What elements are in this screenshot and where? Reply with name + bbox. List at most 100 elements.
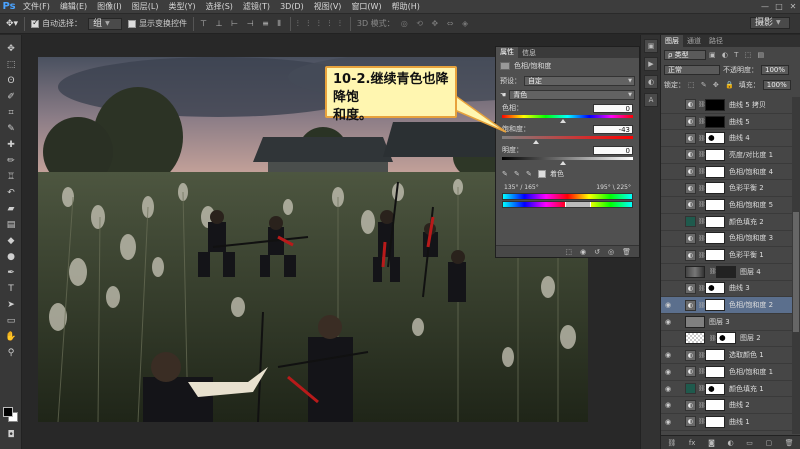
hue-slider-thumb[interactable] xyxy=(559,119,566,123)
maximize-button[interactable]: □ xyxy=(772,0,786,14)
menu-item[interactable]: 文件(F) xyxy=(18,0,55,14)
adjustments-panel-icon[interactable]: ◐ xyxy=(644,75,658,89)
distribute-icons[interactable]: ⫶ ⫶ ⫶ ⫶ ⫶ xyxy=(297,19,344,29)
mask-link-icon[interactable]: ⛓ xyxy=(698,285,706,292)
mask-link-icon[interactable]: ⛓ xyxy=(698,252,706,259)
trash-icon[interactable]: 🗑 xyxy=(785,439,794,447)
tab-layers[interactable]: 图层 xyxy=(661,35,683,47)
mask-link-icon[interactable]: ⛓ xyxy=(698,418,706,425)
layer-row[interactable]: ◐ ⛓ 曲线 3 xyxy=(661,281,792,298)
menu-item[interactable]: 3D(D) xyxy=(275,0,309,14)
mask-link-icon[interactable]: ⛓ xyxy=(698,352,706,359)
layer-filter-dropdown[interactable]: ρ 类型 xyxy=(664,49,706,60)
layer-row[interactable]: ◉ ⛓ 颜色填充 1 xyxy=(661,381,792,398)
mask-link-icon[interactable]: ⛓ xyxy=(698,118,706,125)
mask-link-icon[interactable]: ⛓ xyxy=(698,201,706,208)
fill-input[interactable]: 100% xyxy=(762,79,791,90)
lasso-tool-icon[interactable]: ʘ xyxy=(0,73,22,89)
eyedropper-icon[interactable]: ✎ xyxy=(502,170,510,178)
layer-mask-thumbnail[interactable] xyxy=(716,332,736,345)
foreground-color-swatch[interactable] xyxy=(3,407,13,417)
tab-channels[interactable]: 通道 xyxy=(683,35,705,47)
layer-mask-thumbnail[interactable] xyxy=(705,365,725,378)
menu-item[interactable]: 类型(Y) xyxy=(163,0,200,14)
auto-select-option[interactable]: 自动选择： xyxy=(31,18,82,29)
layer-row[interactable]: ◐ ⛓ 色相/饱和度 5 xyxy=(661,197,792,214)
mask-link-icon[interactable]: ⛓ xyxy=(698,302,706,309)
menu-item[interactable]: 帮助(H) xyxy=(387,0,425,14)
layer-mask-thumbnail[interactable] xyxy=(705,299,725,312)
eye-icon[interactable]: ◉ xyxy=(661,385,675,393)
auto-select-dropdown[interactable]: 组 ▼ xyxy=(88,17,123,30)
layer-mask-thumbnail[interactable] xyxy=(705,215,725,228)
type-tool-icon[interactable]: T xyxy=(0,281,22,297)
lightness-slider-thumb[interactable] xyxy=(559,161,566,165)
layer-mask-thumbnail[interactable] xyxy=(705,382,725,395)
layer-mask-thumbnail[interactable] xyxy=(705,249,725,262)
new-adjustment-icon[interactable]: ◐ xyxy=(727,439,733,447)
preset-dropdown[interactable]: 自定 ▼ xyxy=(524,76,635,86)
show-transform-checkbox[interactable] xyxy=(128,19,137,28)
output-spectrum-bar[interactable] xyxy=(502,201,633,208)
layer-row[interactable]: ⛓ 图层 2 xyxy=(661,331,792,348)
eye-icon[interactable]: ◉ xyxy=(661,301,675,309)
layer-row[interactable]: ◐ ⛓ 色相/饱和度 4 xyxy=(661,164,792,181)
align-icons[interactable]: ⊤ ⊥ ⊢ ⊣ ≡ ⫴ xyxy=(200,19,284,29)
lock-icons[interactable]: ⬚ ✎ ✥ 🔒 xyxy=(688,81,736,89)
marquee-tool-icon[interactable]: ⬚ xyxy=(0,57,22,73)
tab-info[interactable]: 信息 xyxy=(518,48,540,58)
hand-tool-icon[interactable]: ✋ xyxy=(0,329,22,345)
healing-tool-icon[interactable]: ✚ xyxy=(0,137,22,153)
saturation-slider[interactable] xyxy=(502,140,633,144)
layer-row[interactable]: ◉ ◐ ⛓ 色相/饱和度 2 xyxy=(661,297,792,314)
quick-mask-icon[interactable]: ◘ xyxy=(0,427,22,443)
stamp-tool-icon[interactable]: ♖ xyxy=(0,169,22,185)
opacity-input[interactable]: 100% xyxy=(761,64,789,75)
layer-mask-thumbnail[interactable] xyxy=(705,98,725,111)
mask-link-icon[interactable]: ⛓ xyxy=(698,101,706,108)
layer-row[interactable]: ◉ ◐ ⛓ 选取颜色 1 xyxy=(661,347,792,364)
layer-row[interactable]: ◐ ⛓ 色相/饱和度 3 xyxy=(661,231,792,248)
lightness-slider[interactable] xyxy=(502,161,633,165)
history-panel-icon[interactable]: ▣ xyxy=(644,39,658,53)
layer-mask-thumbnail[interactable] xyxy=(716,265,736,278)
close-button[interactable]: ✕ xyxy=(786,0,800,14)
layer-row[interactable]: ⛓ 图层 4 xyxy=(661,264,792,281)
layer-mask-thumbnail[interactable] xyxy=(705,148,725,161)
blur-tool-icon[interactable]: ◆ xyxy=(0,233,22,249)
layer-row[interactable]: ◐ ⛓ 曲线 5 xyxy=(661,114,792,131)
tab-properties[interactable]: 属性 xyxy=(496,47,518,58)
mask-link-icon[interactable]: ⛓ xyxy=(698,185,706,192)
menu-item[interactable]: 选择(S) xyxy=(201,0,238,14)
character-panel-icon[interactable]: A xyxy=(644,93,658,107)
layer-mask-thumbnail[interactable] xyxy=(705,182,725,195)
clip-to-layer-icon[interactable]: ⬚ xyxy=(565,248,572,256)
eyedropper-plus-icon[interactable]: ✎ xyxy=(514,170,522,178)
zoom-tool-icon[interactable]: ⚲ xyxy=(0,345,22,361)
channel-dropdown[interactable]: 青色 ▼ xyxy=(509,90,635,100)
path-select-tool-icon[interactable]: ➤ xyxy=(0,297,22,313)
new-group-icon[interactable]: ▭ xyxy=(746,439,753,447)
layer-mask-thumbnail[interactable] xyxy=(705,282,725,295)
layer-row[interactable]: ◉ ◐ ⛓ 曲线 2 xyxy=(661,397,792,415)
layer-row[interactable]: ◐ ⛓ 亮度/对比度 1 xyxy=(661,147,792,164)
pen-tool-icon[interactable]: ✒ xyxy=(0,265,22,281)
lightness-input[interactable]: 0 xyxy=(593,145,633,155)
menu-item[interactable]: 编辑(E) xyxy=(55,0,92,14)
dodge-tool-icon[interactable]: ● xyxy=(0,249,22,265)
eraser-tool-icon[interactable]: ▰ xyxy=(0,201,22,217)
layers-scrollbar[interactable] xyxy=(792,97,800,434)
mask-link-icon[interactable]: ⛓ xyxy=(698,135,706,142)
hue-input[interactable]: 0 xyxy=(593,103,633,113)
eyedropper-minus-icon[interactable]: ✎ xyxy=(526,170,534,178)
layer-row[interactable]: ⛓ 颜色填充 2 xyxy=(661,214,792,231)
layer-mask-thumbnail[interactable] xyxy=(705,165,725,178)
mask-link-icon[interactable]: ⛓ xyxy=(698,218,706,225)
layer-mask-thumbnail[interactable] xyxy=(705,232,725,245)
hue-slider[interactable] xyxy=(502,119,633,123)
minimize-button[interactable]: — xyxy=(758,0,772,14)
menu-item[interactable]: 视图(V) xyxy=(309,0,347,14)
layer-row[interactable]: ◉ ◐ ⛓ 曲线 1 xyxy=(661,414,792,431)
colorize-checkbox[interactable] xyxy=(538,170,546,178)
menu-item[interactable]: 图层(L) xyxy=(127,0,164,14)
